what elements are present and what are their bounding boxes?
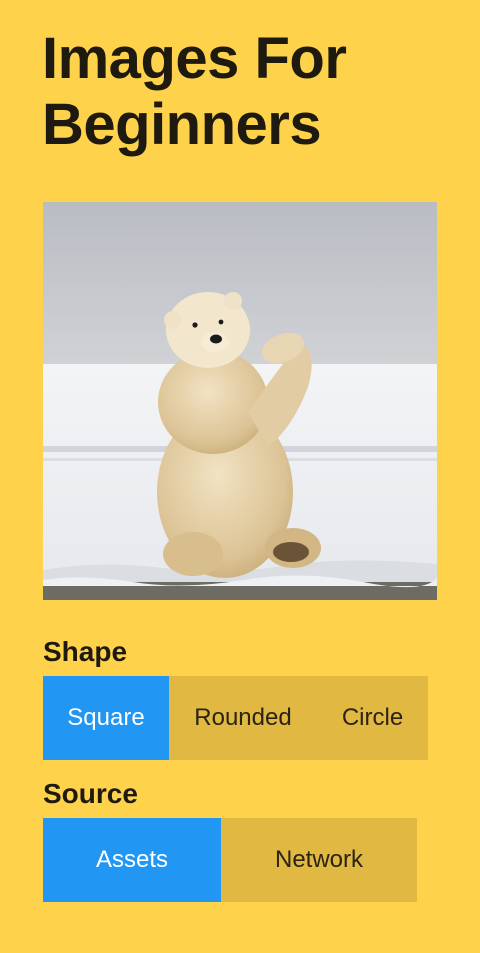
shape-option-rounded[interactable]: Rounded bbox=[169, 676, 317, 760]
page-title-line-1: Images For bbox=[42, 26, 347, 91]
page-title-line-2: Beginners bbox=[42, 92, 322, 157]
shape-section-label: Shape bbox=[43, 636, 128, 667]
source-section-label: Source bbox=[43, 778, 138, 809]
source-option-network[interactable]: Network bbox=[221, 818, 417, 902]
polar-bear-image bbox=[43, 202, 437, 600]
page-title: Images For Beginners bbox=[42, 26, 462, 158]
source-segmented-control: Assets Network bbox=[43, 818, 417, 902]
shape-option-circle[interactable]: Circle bbox=[317, 676, 428, 760]
shape-segmented-control: Square Rounded Circle bbox=[43, 676, 428, 760]
source-option-assets[interactable]: Assets bbox=[43, 818, 221, 902]
shape-option-square[interactable]: Square bbox=[43, 676, 169, 760]
